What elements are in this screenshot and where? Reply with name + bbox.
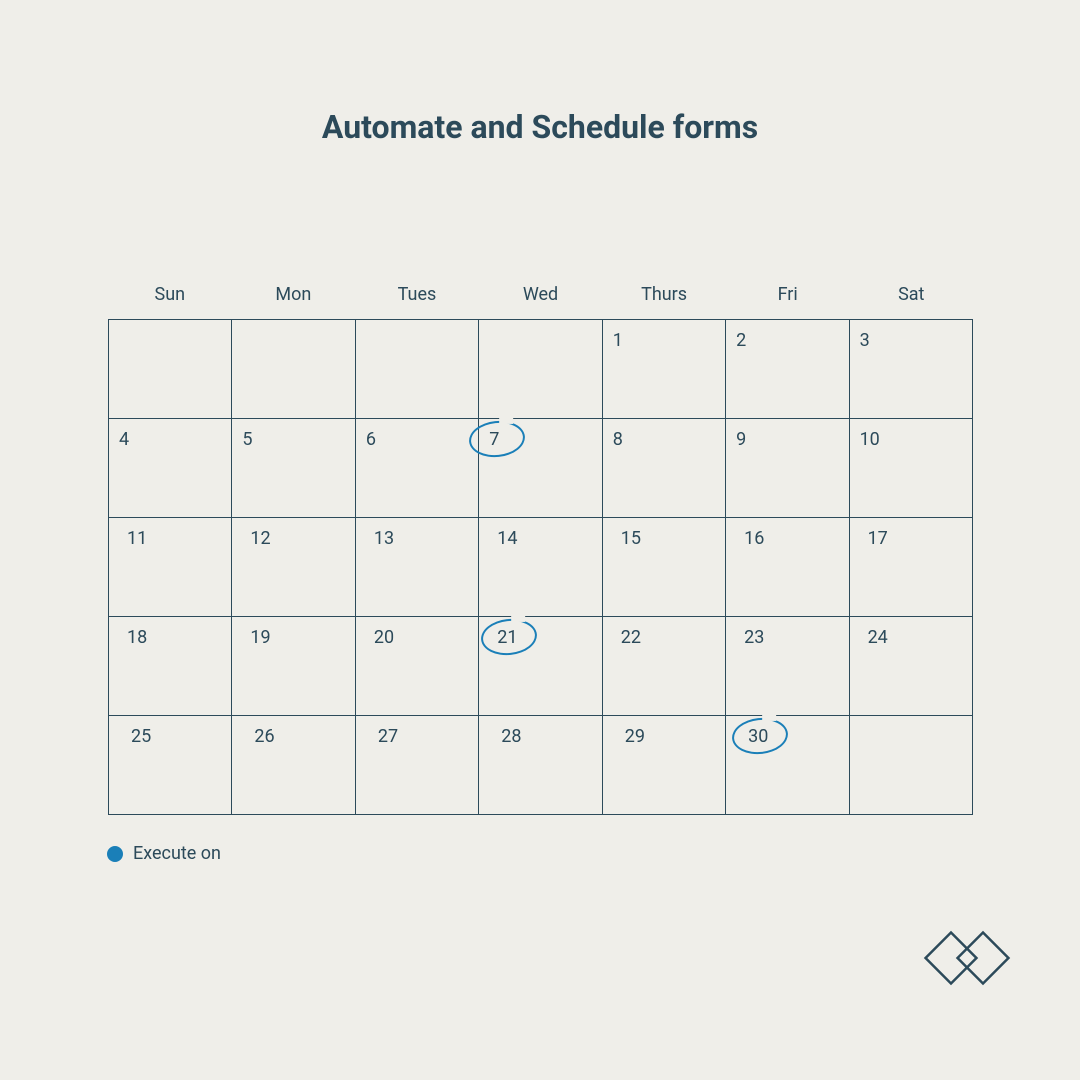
day-number: 9 — [736, 429, 746, 450]
day-number: 2 — [736, 330, 746, 351]
day-number: 28 — [501, 726, 521, 747]
calendar-cell: 28 — [479, 716, 602, 815]
calendar-cell: 9 — [726, 419, 849, 518]
legend-label: Execute on — [133, 843, 221, 864]
day-number: 29 — [625, 726, 645, 747]
calendar-cell: 1 — [603, 320, 726, 419]
day-number: 14 — [497, 528, 517, 549]
calendar: SunMonTuesWedThursFriSat 123456789101112… — [108, 284, 973, 815]
weekday-label: Sat — [849, 284, 973, 319]
day-number: 15 — [621, 528, 641, 549]
day-number: 30 — [748, 726, 768, 747]
calendar-cell — [109, 320, 232, 419]
calendar-cell: 13 — [356, 518, 479, 617]
weekday-label: Fri — [726, 284, 850, 319]
calendar-cell: 22 — [603, 617, 726, 716]
day-number: 5 — [242, 429, 252, 450]
day-number: 12 — [250, 528, 270, 549]
day-number: 20 — [374, 627, 394, 648]
day-number: 1 — [613, 330, 623, 351]
calendar-cell: 10 — [850, 419, 973, 518]
calendar-cell: 18 — [109, 617, 232, 716]
day-number: 18 — [127, 627, 147, 648]
day-number: 17 — [868, 528, 888, 549]
day-number: 24 — [868, 627, 888, 648]
calendar-cell: 29 — [603, 716, 726, 815]
weekday-label: Mon — [232, 284, 356, 319]
weekday-label: Wed — [479, 284, 603, 319]
calendar-cell: 24 — [850, 617, 973, 716]
calendar-cell: 5 — [232, 419, 355, 518]
calendar-cell — [850, 716, 973, 815]
calendar-cell — [232, 320, 355, 419]
calendar-cell: 20 — [356, 617, 479, 716]
day-number: 23 — [744, 627, 764, 648]
day-number: 22 — [621, 627, 641, 648]
calendar-cell: 11 — [109, 518, 232, 617]
calendar-cell: 21 — [479, 617, 602, 716]
calendar-grid: 1234567891011121314151617181920212223242… — [108, 319, 973, 815]
calendar-cell: 25 — [109, 716, 232, 815]
calendar-cell: 15 — [603, 518, 726, 617]
day-number: 27 — [378, 726, 398, 747]
calendar-cell: 14 — [479, 518, 602, 617]
day-number: 3 — [860, 330, 870, 351]
legend-dot-icon — [107, 846, 123, 862]
weekday-header-row: SunMonTuesWedThursFriSat — [108, 284, 973, 319]
calendar-cell — [356, 320, 479, 419]
calendar-cell: 4 — [109, 419, 232, 518]
day-number: 16 — [744, 528, 764, 549]
day-number: 26 — [254, 726, 274, 747]
calendar-cell: 17 — [850, 518, 973, 617]
weekday-label: Tues — [355, 284, 479, 319]
calendar-cell: 3 — [850, 320, 973, 419]
calendar-cell: 23 — [726, 617, 849, 716]
day-number: 11 — [127, 528, 147, 549]
day-number: 4 — [119, 429, 129, 450]
page-title: Automate and Schedule forms — [0, 0, 1080, 146]
day-number: 13 — [374, 528, 394, 549]
brand-logo-icon — [920, 926, 1020, 990]
weekday-label: Sun — [108, 284, 232, 319]
calendar-cell: 7 — [479, 419, 602, 518]
day-number: 19 — [250, 627, 270, 648]
weekday-label: Thurs — [602, 284, 726, 319]
calendar-cell — [479, 320, 602, 419]
day-number: 25 — [131, 726, 151, 747]
calendar-cell: 19 — [232, 617, 355, 716]
calendar-cell: 27 — [356, 716, 479, 815]
calendar-cell: 6 — [356, 419, 479, 518]
calendar-cell: 26 — [232, 716, 355, 815]
legend: Execute on — [107, 843, 221, 864]
day-number: 6 — [366, 429, 376, 450]
calendar-cell: 16 — [726, 518, 849, 617]
calendar-cell: 2 — [726, 320, 849, 419]
day-number: 10 — [860, 429, 880, 450]
calendar-cell: 30 — [726, 716, 849, 815]
day-number: 8 — [613, 429, 623, 450]
calendar-cell: 12 — [232, 518, 355, 617]
day-number: 7 — [489, 429, 499, 450]
calendar-cell: 8 — [603, 419, 726, 518]
day-number: 21 — [497, 627, 517, 648]
